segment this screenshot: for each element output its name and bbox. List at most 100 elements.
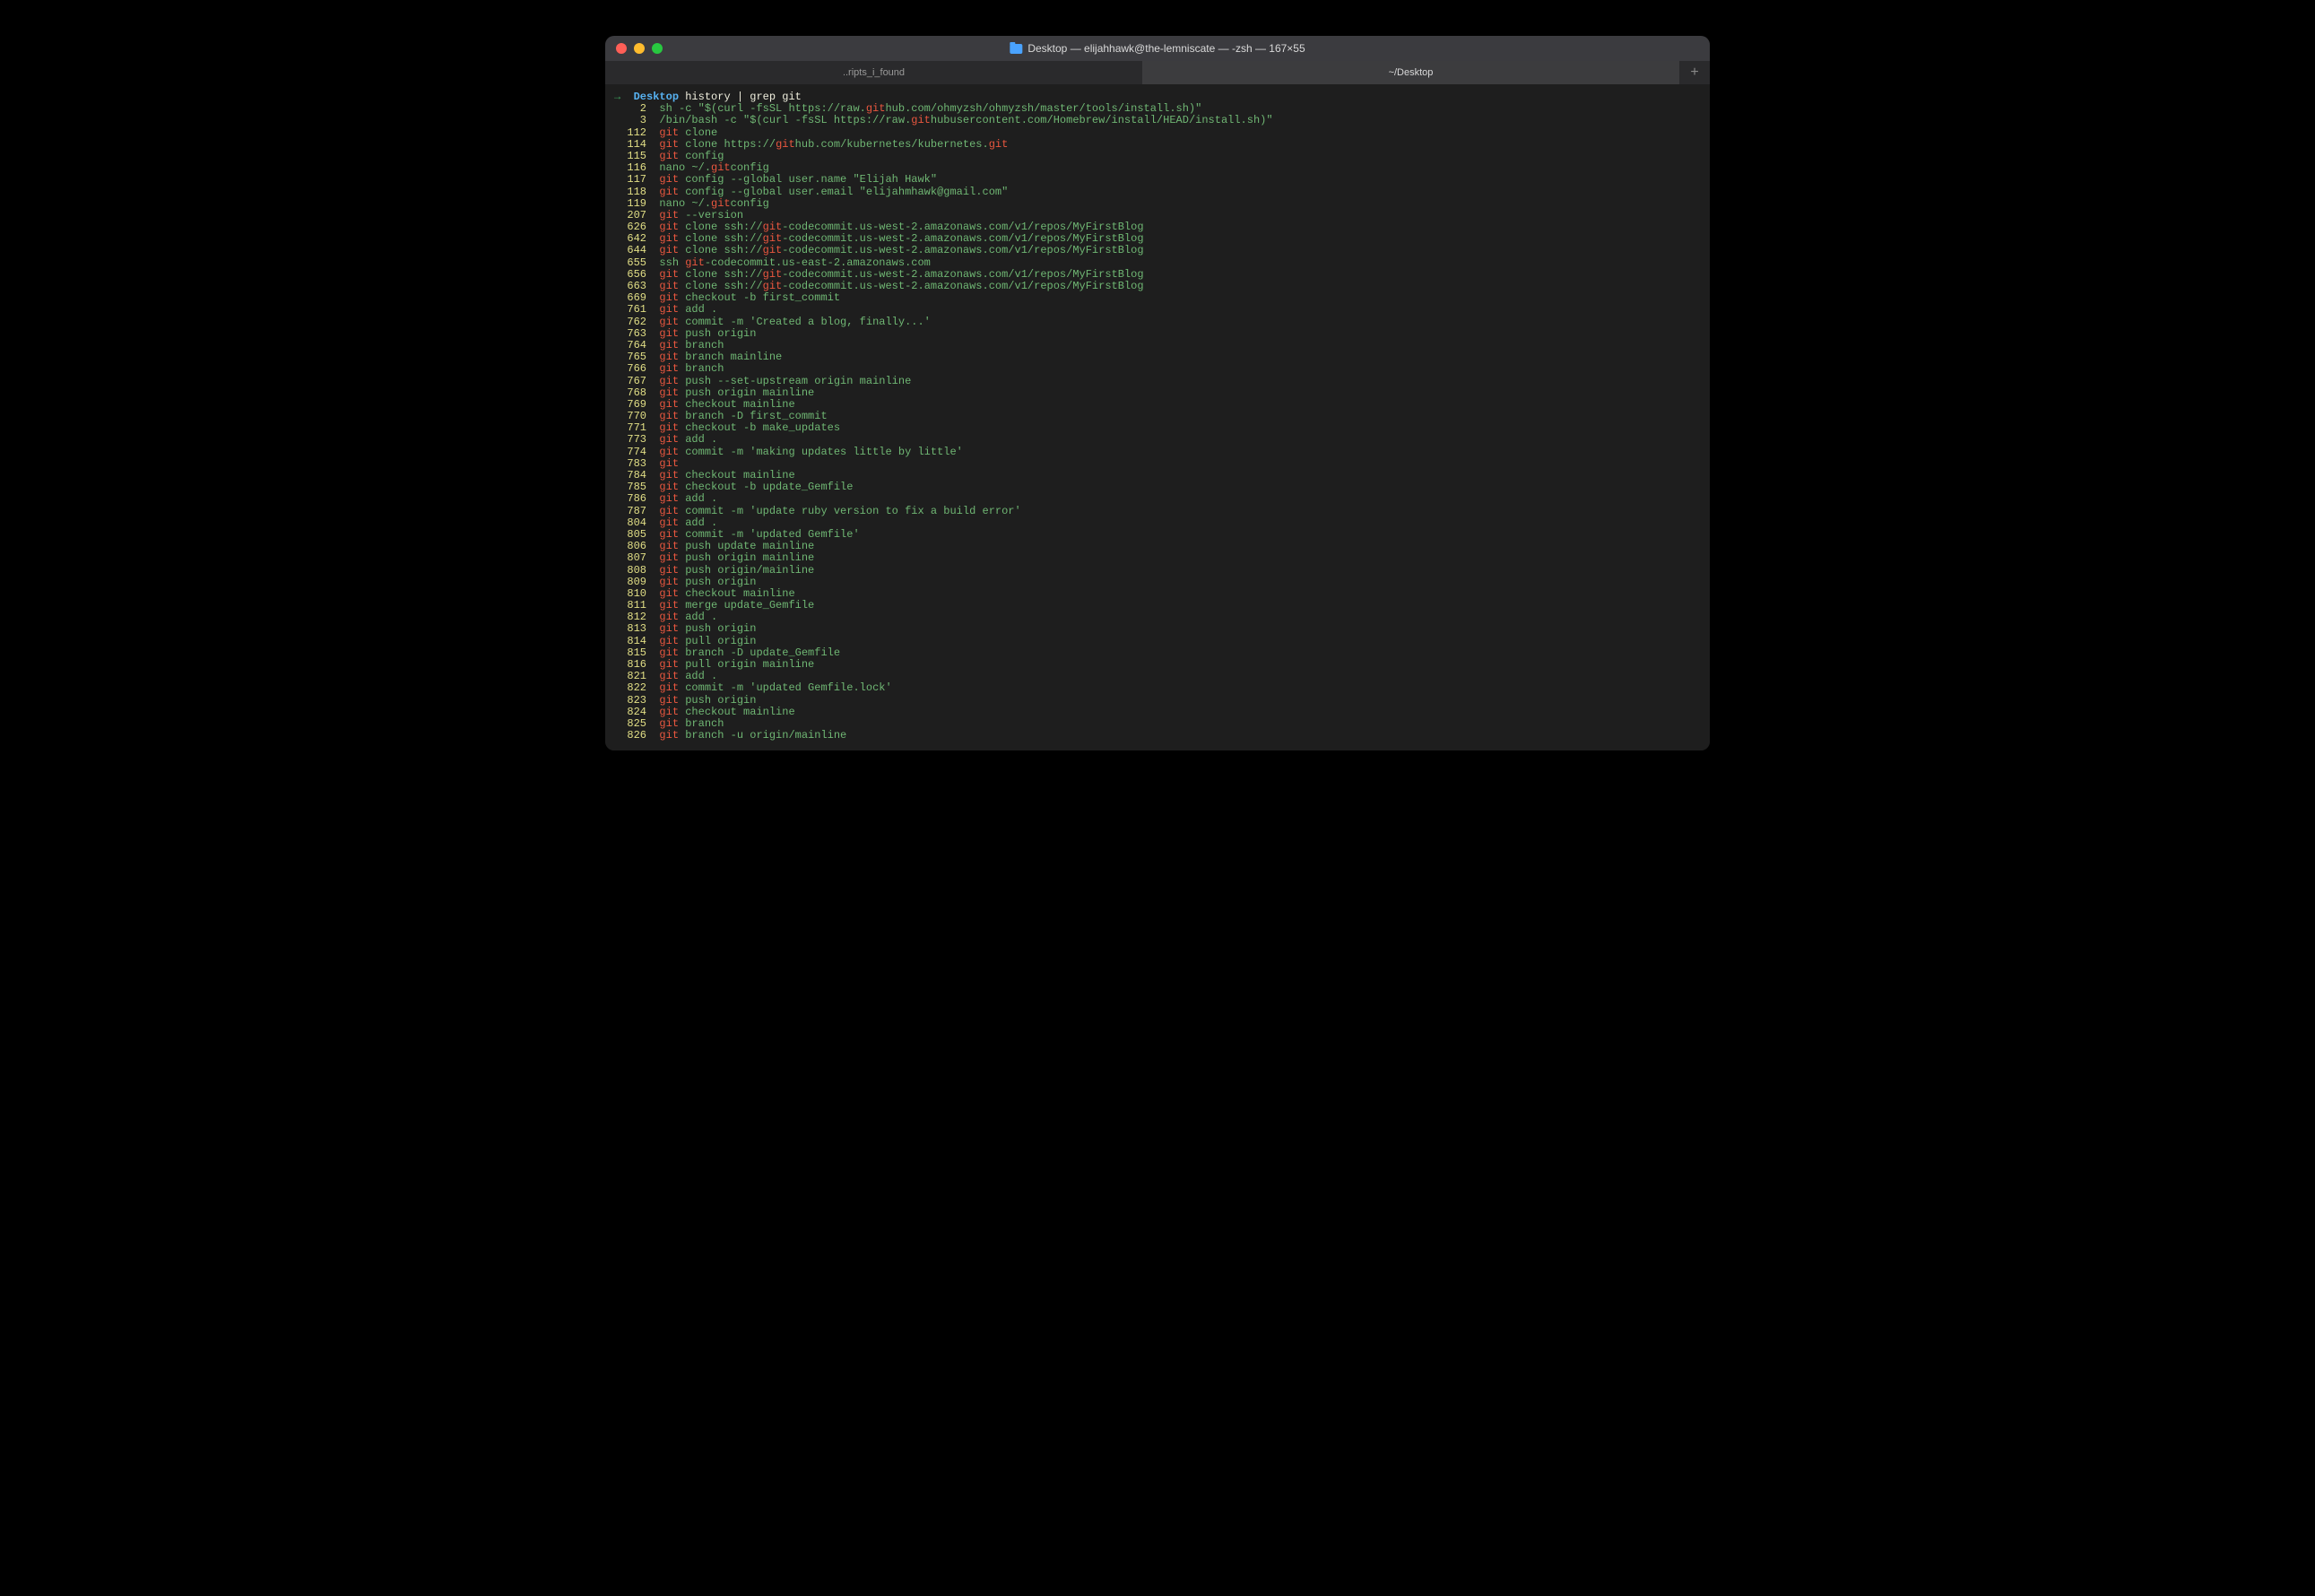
history-number: 786 — [614, 492, 659, 505]
history-line: 826 git branch -u origin/mainline — [614, 730, 1701, 742]
history-number: 663 — [614, 280, 659, 292]
highlight-match: git — [659, 540, 679, 552]
highlight-match: git — [659, 505, 679, 517]
history-text: --version — [679, 209, 743, 221]
history-number: 826 — [614, 729, 659, 742]
history-number: 764 — [614, 339, 659, 351]
history-number: 765 — [614, 351, 659, 363]
history-line: 762 git commit -m 'Created a blog, final… — [614, 317, 1701, 328]
history-number: 769 — [614, 398, 659, 411]
history-text: -codecommit.us-west-2.amazonaws.com/v1/r… — [782, 232, 1143, 245]
history-number: 763 — [614, 327, 659, 340]
maximize-button[interactable] — [652, 43, 663, 54]
highlight-match: git — [659, 291, 679, 304]
history-text: -codecommit.us-west-2.amazonaws.com/v1/r… — [782, 221, 1143, 233]
prompt-command: history | grep git — [679, 91, 802, 103]
history-number: 809 — [614, 576, 659, 588]
tab-label: ..ripts_i_found — [843, 67, 905, 78]
history-text: push origin — [679, 622, 756, 635]
prompt-dir: Desktop — [634, 91, 679, 103]
history-text: commit -m 'updated Gemfile' — [679, 528, 860, 541]
history-number: 815 — [614, 646, 659, 659]
highlight-match: git — [659, 646, 679, 659]
highlight-match: git — [659, 681, 679, 694]
highlight-match: git — [659, 587, 679, 600]
add-tab-button[interactable]: + — [1679, 61, 1710, 84]
history-number: 669 — [614, 291, 659, 304]
history-text: commit -m 'updated Gemfile.lock' — [679, 681, 892, 694]
history-number: 804 — [614, 516, 659, 529]
history-number: 773 — [614, 433, 659, 446]
history-number: 655 — [614, 256, 659, 269]
history-text: nano ~/. — [659, 161, 711, 174]
history-text: commit -m 'update ruby version to fix a … — [679, 505, 1021, 517]
window-title-text: Desktop — elijahhawk@the-lemniscate — -z… — [1027, 42, 1305, 55]
highlight-match: git — [659, 635, 679, 647]
history-number: 3 — [614, 114, 659, 126]
highlight-match: git — [659, 303, 679, 316]
close-button[interactable] — [616, 43, 627, 54]
history-text: clone ssh:// — [679, 280, 763, 292]
highlight-match: git — [866, 102, 886, 115]
history-number: 768 — [614, 386, 659, 399]
history-text: branch — [679, 362, 724, 375]
history-number: 783 — [614, 457, 659, 470]
history-text: config --global user.name "Elijah Hawk" — [679, 173, 937, 186]
history-number: 119 — [614, 197, 659, 210]
highlight-match: git — [685, 256, 705, 269]
history-number: 207 — [614, 209, 659, 221]
highlight-match: git — [659, 209, 679, 221]
tab-label: ~/Desktop — [1389, 67, 1434, 78]
history-number: 814 — [614, 635, 659, 647]
highlight-match: git — [659, 469, 679, 481]
highlight-match: git — [659, 375, 679, 387]
highlight-match: git — [911, 114, 931, 126]
highlight-match: git — [659, 138, 679, 151]
tab-bar: ..ripts_i_found ~/Desktop + — [605, 61, 1710, 84]
history-text: -codecommit.us-west-2.amazonaws.com/v1/r… — [782, 280, 1143, 292]
folder-icon — [1010, 44, 1022, 54]
history-number: 812 — [614, 611, 659, 623]
history-number: 117 — [614, 173, 659, 186]
history-number: 805 — [614, 528, 659, 541]
history-number: 114 — [614, 138, 659, 151]
history-line: 765 git branch mainline — [614, 351, 1701, 363]
tab-scripts-found[interactable]: ..ripts_i_found — [605, 61, 1142, 84]
history-number: 774 — [614, 446, 659, 458]
history-text: sh -c "$(curl -fsSL https://raw. — [659, 102, 865, 115]
history-number: 824 — [614, 706, 659, 718]
history-number: 626 — [614, 221, 659, 233]
history-line: 816 git pull origin mainline — [614, 659, 1701, 671]
highlight-match: git — [659, 339, 679, 351]
highlight-match: git — [659, 351, 679, 363]
terminal-body[interactable]: → Desktop history | grep git 2 sh -c "$(… — [605, 84, 1710, 750]
history-number: 761 — [614, 303, 659, 316]
history-line: 813 git push origin — [614, 623, 1701, 635]
highlight-match: git — [659, 670, 679, 682]
history-text: add . — [679, 433, 717, 446]
history-text: push origin — [679, 694, 756, 707]
minimize-button[interactable] — [634, 43, 645, 54]
highlight-match: git — [659, 232, 679, 245]
history-line: 119 nano ~/.gitconfig — [614, 198, 1701, 210]
highlight-match: git — [659, 173, 679, 186]
highlight-match: git — [659, 280, 679, 292]
history-line: 824 git checkout mainline — [614, 707, 1701, 718]
history-text: push --set-upstream origin mainline — [679, 375, 911, 387]
tab-desktop[interactable]: ~/Desktop — [1142, 61, 1679, 84]
history-number: 115 — [614, 150, 659, 162]
window-title: Desktop — elijahhawk@the-lemniscate — -z… — [1010, 42, 1305, 55]
history-text: push origin mainline — [679, 386, 814, 399]
history-number: 767 — [614, 375, 659, 387]
history-line: 115 git config — [614, 151, 1701, 162]
highlight-match: git — [659, 126, 679, 139]
history-text: config --global user.email "elijahmhawk@… — [679, 186, 1008, 198]
history-number: 811 — [614, 599, 659, 612]
history-text: add . — [679, 670, 717, 682]
highlight-match: git — [659, 421, 679, 434]
history-text: checkout mainline — [679, 398, 795, 411]
history-number: 784 — [614, 469, 659, 481]
highlight-match: git — [659, 386, 679, 399]
highlight-match: git — [659, 268, 679, 281]
highlight-match: git — [989, 138, 1009, 151]
